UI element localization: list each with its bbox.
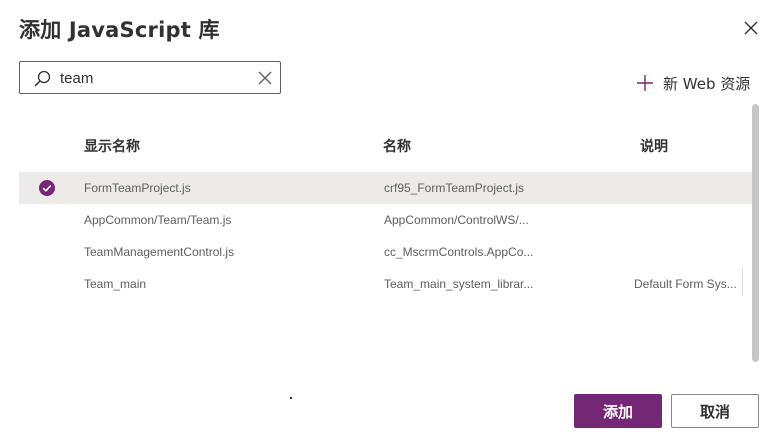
row-display-name: Team_main — [84, 277, 147, 291]
search-icon — [34, 70, 51, 87]
column-header-name[interactable]: 名称 — [383, 136, 411, 156]
divider-dot — [290, 397, 292, 399]
row-description: Default Form Sys... — [634, 277, 737, 291]
new-web-resource-button[interactable]: 新 Web 资源 — [636, 72, 750, 94]
search-input[interactable] — [60, 68, 250, 88]
search-box[interactable] — [19, 61, 281, 94]
table-row[interactable]: TeamManagementControl.js cc_MscrmControl… — [19, 236, 752, 268]
clear-search-icon[interactable] — [257, 70, 273, 86]
row-display-name: FormTeamProject.js — [84, 181, 191, 195]
table-row[interactable]: Team_main Team_main_system_librar... Def… — [19, 268, 752, 300]
column-header-display-name[interactable]: 显示名称 — [84, 136, 140, 156]
cancel-button[interactable]: 取消 — [671, 394, 759, 428]
add-button[interactable]: 添加 — [574, 394, 662, 428]
row-display-name: TeamManagementControl.js — [84, 245, 235, 259]
column-header-description[interactable]: 说明 — [640, 136, 668, 156]
close-button[interactable] — [740, 17, 762, 39]
checkmark-circle-icon[interactable] — [39, 180, 55, 196]
vertical-scrollbar[interactable] — [752, 104, 759, 362]
dialog-title: 添加 JavaScript 库 — [19, 18, 220, 42]
table-row[interactable]: AppCommon/Team/Team.js AppCommon/Control… — [19, 204, 752, 236]
row-name: Team_main_system_librar... — [384, 277, 534, 291]
row-name: cc_MscrmControls.AppCo... — [384, 245, 534, 259]
row-name: crf95_FormTeamProject.js — [384, 181, 525, 195]
plus-icon — [637, 75, 653, 91]
column-resize-handle[interactable] — [742, 268, 743, 296]
row-display-name: AppCommon/Team/Team.js — [84, 213, 232, 227]
close-icon — [744, 21, 758, 35]
new-web-resource-label: 新 Web 资源 — [663, 74, 751, 93]
row-name: AppCommon/ControlWS/... — [384, 213, 529, 227]
table-header: 显示名称 名称 说明 — [19, 136, 752, 156]
table-row[interactable]: FormTeamProject.js crf95_FormTeamProject… — [19, 172, 752, 204]
